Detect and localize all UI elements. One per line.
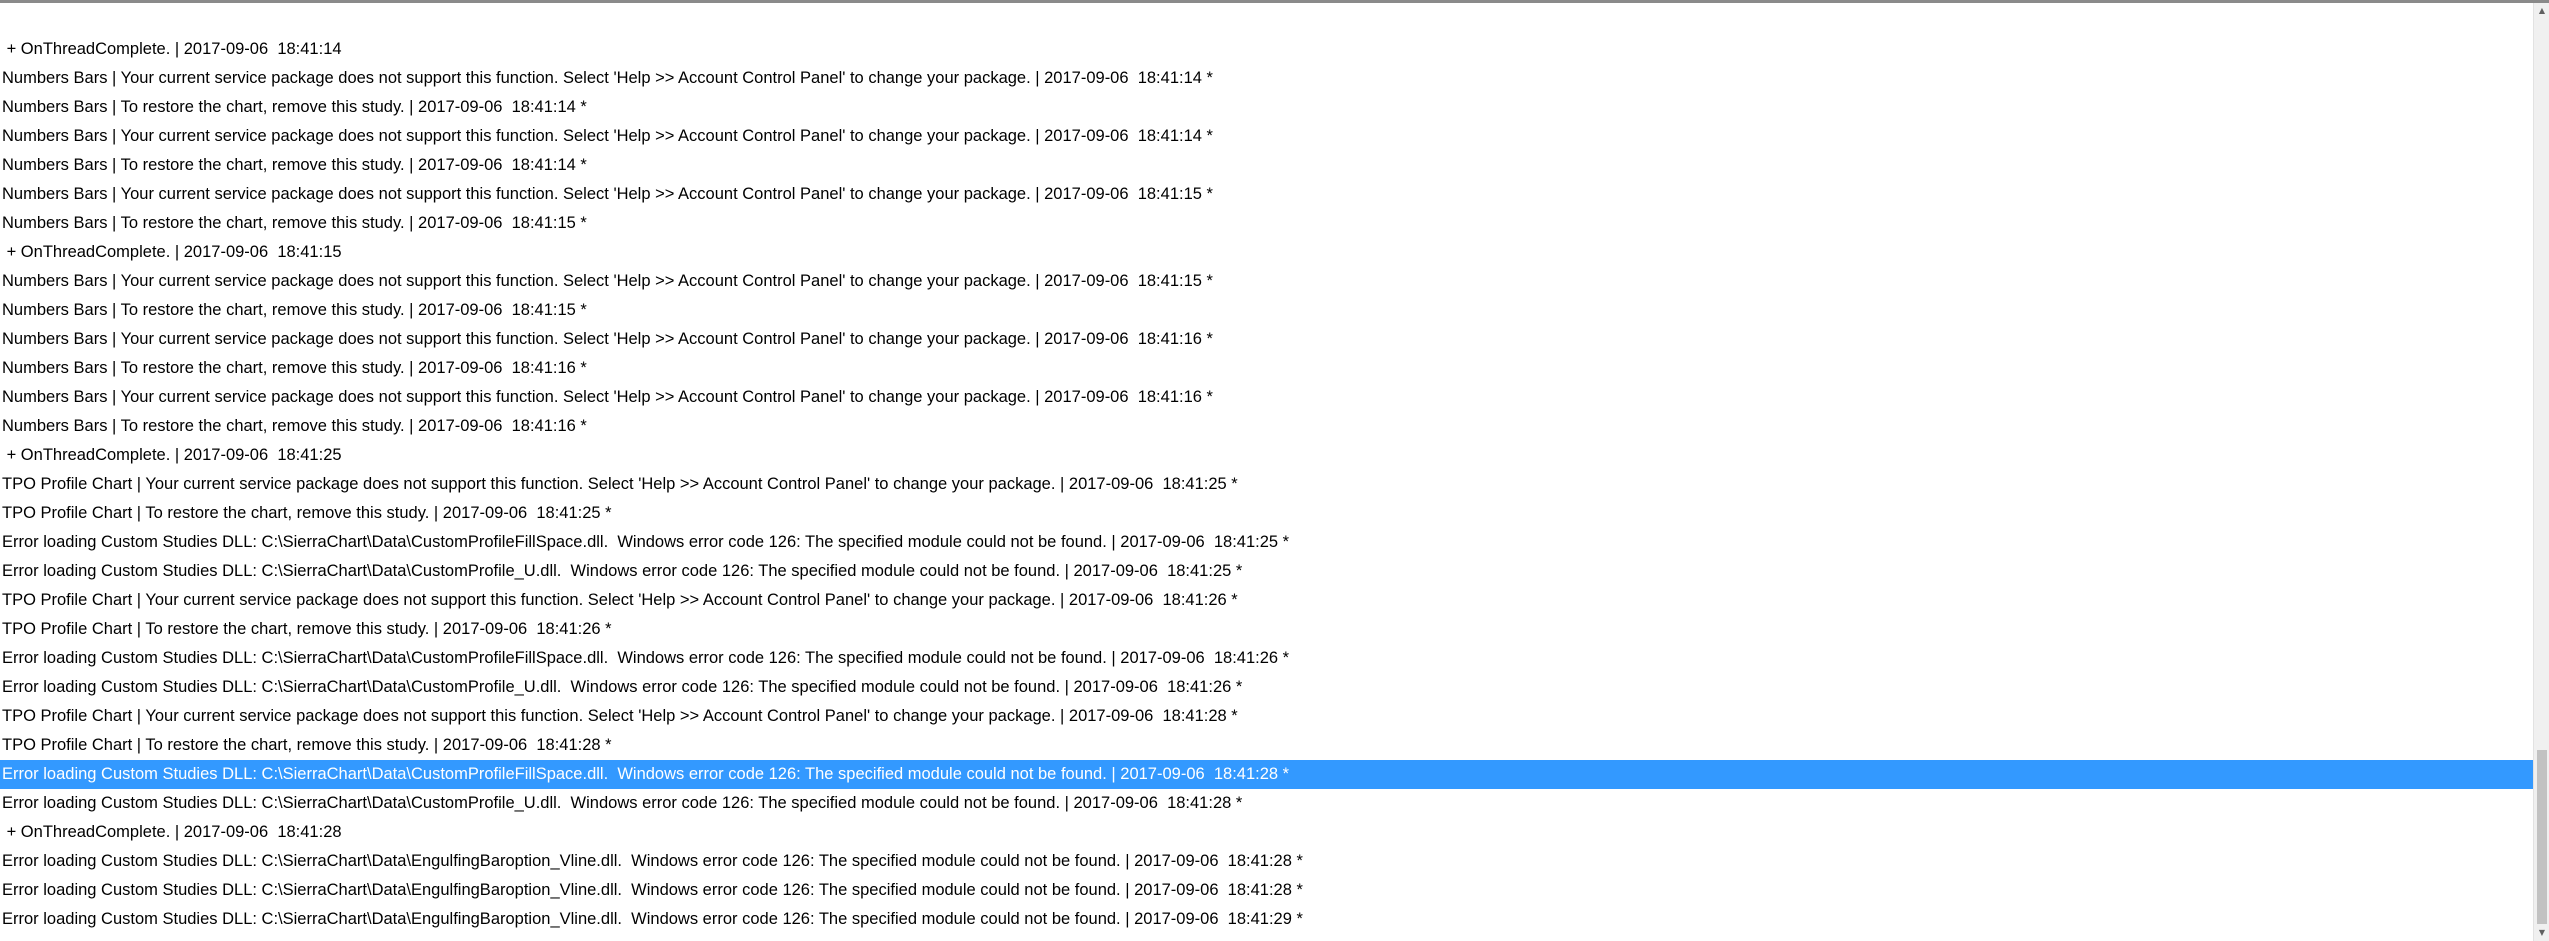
log-line[interactable]: Error loading Custom Studies DLL: C:\Sie… (0, 876, 2533, 905)
log-line[interactable]: Numbers Bars | Your current service pack… (0, 64, 2533, 93)
vertical-scrollbar[interactable]: ▲ ▼ (2533, 3, 2549, 941)
log-line[interactable]: + OnThreadComplete. | 2017-09-06 18:41:2… (0, 818, 2533, 847)
log-line[interactable]: TPO Profile Chart | Your current service… (0, 586, 2533, 615)
log-line[interactable]: TPO Profile Chart | Your current service… (0, 470, 2533, 499)
scroll-down-arrow-icon[interactable]: ▼ (2534, 925, 2549, 941)
log-line[interactable]: Numbers Bars | To restore the chart, rem… (0, 296, 2533, 325)
log-line[interactable]: TPO Profile Chart | To restore the chart… (0, 615, 2533, 644)
log-line[interactable]: TPO Profile Chart | To restore the chart… (0, 731, 2533, 760)
log-line[interactable]: + OnThreadComplete. | 2017-09-06 18:41:1… (0, 238, 2533, 267)
log-line[interactable]: Numbers Bars | To restore the chart, rem… (0, 151, 2533, 180)
log-line-selected[interactable]: Error loading Custom Studies DLL: C:\Sie… (0, 760, 2533, 789)
log-line[interactable]: Error loading Custom Studies DLL: C:\Sie… (0, 644, 2533, 673)
log-line[interactable]: Error loading Custom Studies DLL: C:\Sie… (0, 847, 2533, 876)
log-line[interactable]: Numbers Bars | To restore the chart, rem… (0, 412, 2533, 441)
log-line[interactable]: Numbers Bars | To restore the chart, rem… (0, 93, 2533, 122)
log-line[interactable]: Numbers Bars | Your current service pack… (0, 267, 2533, 296)
log-line[interactable]: Numbers Bars | Your current service pack… (0, 383, 2533, 412)
log-line[interactable]: TPO Profile Chart | Your current service… (0, 702, 2533, 731)
log-line[interactable]: Error loading Custom Studies DLL: C:\Sie… (0, 528, 2533, 557)
log-line[interactable]: + OnThreadComplete. | 2017-09-06 18:41:2… (0, 441, 2533, 470)
log-line[interactable]: Numbers Bars | Your current service pack… (0, 122, 2533, 151)
scroll-up-arrow-icon[interactable]: ▲ (2534, 3, 2549, 19)
log-line[interactable]: Numbers Bars | Your current service pack… (0, 180, 2533, 209)
window-top-border (0, 0, 2549, 3)
log-line[interactable]: Error loading Custom Studies DLL: C:\Sie… (0, 789, 2533, 818)
log-line[interactable]: TPO Profile Chart | To restore the chart… (0, 499, 2533, 528)
log-line[interactable]: Numbers Bars | To restore the chart, rem… (0, 354, 2533, 383)
log-line[interactable]: Numbers Bars | To restore the chart, rem… (0, 209, 2533, 238)
scrollbar-thumb[interactable] (2537, 750, 2547, 924)
log-line[interactable]: + OnThreadComplete. | 2017-09-06 18:41:1… (0, 35, 2533, 64)
message-log-list[interactable]: + OnThreadComplete. | 2017-09-06 18:41:1… (0, 35, 2533, 941)
log-line[interactable]: Error loading Custom Studies DLL: C:\Sie… (0, 557, 2533, 586)
log-line[interactable]: Error loading Custom Studies DLL: C:\Sie… (0, 905, 2533, 934)
log-line[interactable]: Numbers Bars | Your current service pack… (0, 325, 2533, 354)
log-line[interactable]: Error loading Custom Studies DLL: C:\Sie… (0, 673, 2533, 702)
